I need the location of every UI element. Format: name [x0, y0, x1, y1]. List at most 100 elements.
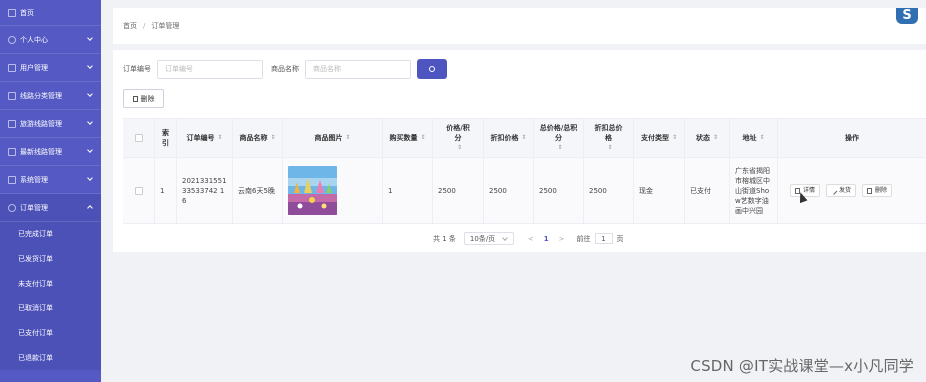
users-icon — [8, 63, 16, 72]
breadcrumb-home[interactable]: 首页 — [123, 21, 137, 31]
cell-product-image — [283, 158, 383, 223]
cell-actions: 详情 发货 删除 — [778, 158, 926, 223]
edit-icon — [829, 186, 838, 195]
sidebar-subitem-unpaid-orders[interactable]: 未支付订单 — [0, 271, 101, 297]
row-checkbox[interactable] — [134, 186, 143, 195]
product-image[interactable] — [288, 166, 337, 215]
sort-icon: ⇕ — [420, 134, 426, 141]
header-product-image-label: 商品图片 — [314, 134, 343, 142]
chevron-down-icon — [87, 63, 93, 69]
header-total-price-label-line2: 分 — [555, 134, 562, 142]
header-discount-total-label-line1: 折扣总价 — [594, 124, 623, 132]
sidebar-item-route-category[interactable]: 线路分类管理 — [0, 82, 101, 110]
header-actions-label: 操作 — [845, 134, 859, 142]
pagination: 共 1 条 10条/页 < 1 > 前往 1 页 — [433, 232, 624, 245]
header-price-points-label-line1: 价格/积 — [446, 124, 470, 132]
sidebar-item-orders[interactable]: 订单管理 — [0, 194, 101, 222]
sort-icon: ⇕ — [607, 144, 613, 151]
sidebar-item-profile[interactable]: 个人中心 — [0, 26, 101, 54]
cell-product-name: 云南6天5晚 — [233, 158, 283, 223]
cell-address: 广东省揭阳市榕城区中山街道Show艺数字油画中兴园 — [730, 158, 778, 223]
header-product-image[interactable]: 商品图片 ⇕ — [283, 119, 383, 157]
goto-page-input[interactable]: 1 — [594, 233, 613, 244]
cell-payment-type: 现金 — [634, 158, 685, 223]
cell-price: 2500 — [433, 158, 484, 223]
ship-button[interactable]: 发货 — [826, 184, 857, 197]
order-no-label: 订单编号 — [123, 65, 151, 73]
trash-icon — [132, 95, 138, 102]
product-name-label: 商品名称 — [271, 65, 299, 73]
cell-total-price: 2500 — [534, 158, 584, 223]
row-delete-button-label: 删除 — [875, 186, 888, 194]
sidebar-item-label: 系统管理 — [20, 175, 48, 184]
cell-quantity: 1 — [383, 158, 433, 223]
header-total-price[interactable]: 总价格/总积 分 ⇕ — [534, 119, 584, 157]
sidebar-item-users[interactable]: 用户管理 — [0, 54, 101, 82]
header-quantity-label: 购买数量 — [389, 134, 418, 142]
route-icon — [8, 119, 16, 128]
header-price-points[interactable]: 价格/积 分 ⇕ — [433, 119, 484, 157]
sort-icon: ⇕ — [270, 134, 276, 141]
sidebar-item-system[interactable]: 系统管理 — [0, 166, 101, 194]
cell-status: 已支付 — [685, 158, 730, 223]
sort-icon: ⇕ — [521, 134, 527, 141]
search-button[interactable] — [417, 59, 447, 79]
header-discount-price[interactable]: 折扣价格 ⇕ — [484, 119, 534, 157]
sidebar-item-home[interactable]: 首页 — [0, 0, 101, 26]
sidebar-item-label: 个人中心 — [20, 35, 48, 44]
header-index: 索引 — [155, 119, 177, 157]
sidebar-item-label: 订单管理 — [20, 203, 48, 212]
mail-icon — [8, 147, 16, 156]
orders-table: 索引 订单编号 ⇕ 商品名称 ⇕ 商品图片 ⇕ 购买数量 ⇕ 价格/积 分 ⇕ 折扣价格… — [123, 118, 926, 224]
header-discount-total[interactable]: 折扣总价 格 ⇕ — [584, 119, 634, 157]
header-status[interactable]: 状态 ⇕ — [685, 119, 730, 157]
header-price-points-label-line2: 分 — [454, 134, 462, 142]
chevron-down-icon — [87, 119, 93, 125]
header-status-label: 状态 — [695, 134, 710, 142]
sort-icon: ⇕ — [456, 144, 463, 151]
sidebar-subitem-refunded-orders[interactable]: 已退款订单 — [0, 345, 101, 371]
sidebar-subitem-cancelled-orders[interactable]: 已取消订单 — [0, 296, 101, 321]
breadcrumb-current: 订单管理 — [151, 22, 180, 30]
product-name-input[interactable]: 商品名称 — [305, 59, 411, 79]
header-product-name-label: 商品名称 — [239, 134, 268, 142]
table-header: 索引 订单编号 ⇕ 商品名称 ⇕ 商品图片 ⇕ 购买数量 ⇕ 价格/积 分 ⇕ 折扣价格… — [123, 118, 926, 158]
sidebar-item-latest-routes[interactable]: 最新线路管理 — [0, 138, 101, 166]
header-quantity[interactable]: 购买数量 ⇕ — [383, 119, 433, 157]
row-select — [123, 158, 155, 223]
sidebar-subitem-paid-orders[interactable]: 已支付订单 — [0, 320, 101, 346]
header-order-no[interactable]: 订单编号 ⇕ — [177, 119, 233, 157]
home-icon — [8, 8, 16, 17]
header-address-label: 地址 — [742, 134, 757, 142]
sidebar-subitem-completed-orders[interactable]: 已完成订单 — [0, 222, 101, 247]
header-payment-type[interactable]: 支付类型 ⇕ — [634, 119, 685, 157]
user-icon — [8, 35, 16, 44]
prev-page-button[interactable]: < — [528, 235, 534, 243]
delete-button[interactable]: 删除 — [123, 89, 164, 108]
watermark: CSDN @IT实战课堂—x小凡同学 — [690, 357, 914, 375]
page-number-1[interactable]: 1 — [544, 235, 549, 243]
sort-icon: ⇕ — [712, 134, 719, 141]
search-icon — [429, 66, 435, 72]
sort-icon: ⇕ — [217, 134, 223, 141]
filter-icon — [8, 91, 16, 100]
select-all-checkbox[interactable] — [134, 134, 143, 142]
cell-order-no: 202133155133533742 16 — [177, 158, 233, 223]
goto-label: 前往 — [576, 234, 591, 243]
ship-button-label: 发货 — [839, 186, 852, 194]
app-logo-icon: S — [896, 8, 918, 24]
page-size-select[interactable]: 10条/页 — [463, 232, 514, 245]
next-page-button[interactable]: > — [559, 235, 565, 243]
sidebar-item-label: 线路分类管理 — [20, 91, 62, 100]
row-delete-button[interactable]: 删除 — [862, 184, 893, 197]
order-no-input[interactable]: 订单编号 — [157, 59, 263, 79]
table-row: 1 202133155133533742 16 云南6天5晚 1 2500 25… — [123, 158, 926, 224]
cell-index: 1 — [155, 158, 177, 223]
chevron-up-icon — [87, 205, 93, 211]
sidebar-subitem-shipped-orders[interactable]: 已发货订单 — [0, 246, 101, 272]
header-product-name[interactable]: 商品名称 ⇕ — [233, 119, 283, 157]
header-actions: 操作 — [778, 119, 926, 157]
sidebar-item-travel-routes[interactable]: 旅游线路管理 — [0, 110, 101, 138]
sidebar-item-label: 最新线路管理 — [20, 147, 62, 156]
header-address[interactable]: 地址 ⇕ — [730, 119, 778, 157]
